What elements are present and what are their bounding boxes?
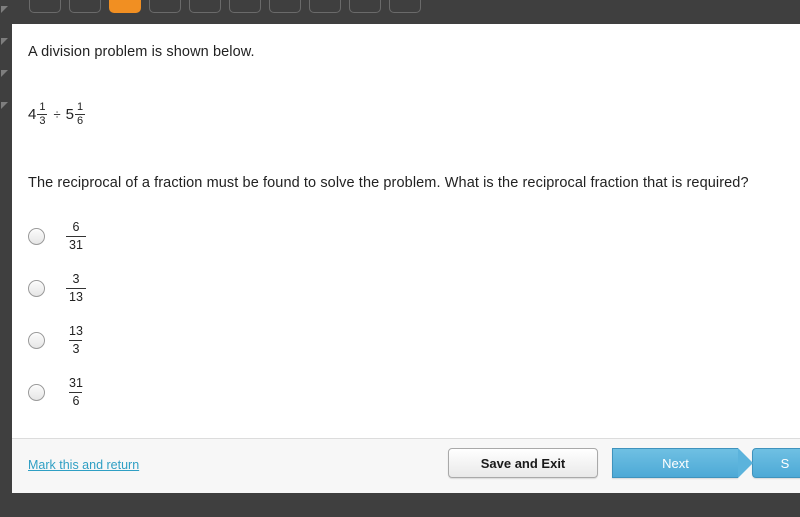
- question-prompt-text: The reciprocal of a fraction must be fou…: [28, 175, 749, 191]
- answer-denominator-4: 6: [69, 391, 83, 408]
- answer-choice-list: 6 31 3 13 13 3 31 6: [28, 210, 428, 418]
- question-body: A division problem is shown below. 4 1 3…: [12, 24, 800, 439]
- radio-button-2[interactable]: [28, 279, 45, 297]
- answer-fraction-2: 3 13: [66, 273, 86, 303]
- next-button[interactable]: Next: [612, 448, 753, 478]
- division-operator-icon: ÷: [53, 107, 61, 122]
- answer-denominator-1: 31: [66, 235, 86, 252]
- right-fraction: 1 6: [74, 101, 86, 127]
- radio-button-4[interactable]: [28, 383, 45, 401]
- mark-this-and-return-link[interactable]: Mark this and return: [28, 458, 139, 472]
- question-intro-text: A division problem is shown below.: [28, 44, 255, 60]
- answer-fraction-4: 31 6: [66, 377, 86, 407]
- answer-numerator-4: 31: [69, 376, 83, 390]
- question-tab-5[interactable]: [189, 0, 221, 13]
- question-tab-bar: [0, 0, 800, 24]
- answer-choice-4[interactable]: 31 6: [28, 366, 428, 418]
- answer-fraction-1: 6 31: [66, 221, 86, 251]
- answer-fraction-3: 13 3: [66, 325, 86, 355]
- answer-choice-1[interactable]: 6 31: [28, 210, 428, 262]
- left-fraction-denominator: 3: [37, 114, 48, 127]
- answer-numerator-2: 3: [72, 272, 80, 286]
- question-tab-2[interactable]: [69, 0, 101, 13]
- question-tab-1[interactable]: [29, 0, 61, 13]
- answer-numerator-3: 13: [69, 324, 83, 338]
- answer-choice-3[interactable]: 13 3: [28, 314, 428, 366]
- right-whole-number: 5: [65, 106, 74, 123]
- question-tab-strip: [29, 0, 421, 13]
- radio-button-3[interactable]: [28, 331, 45, 349]
- radio-button-1[interactable]: [28, 227, 45, 245]
- question-tab-3[interactable]: [109, 0, 141, 13]
- footer-button-row: Save and Exit Next S: [448, 448, 800, 478]
- submit-button[interactable]: S: [752, 448, 800, 478]
- answer-denominator-2: 13: [66, 287, 86, 304]
- left-fraction-numerator: 1: [39, 101, 46, 113]
- right-fraction-denominator: 6: [74, 114, 86, 127]
- right-fraction-numerator: 1: [76, 101, 84, 113]
- question-tab-8[interactable]: [309, 0, 341, 13]
- question-tab-4[interactable]: [149, 0, 181, 13]
- question-tab-6[interactable]: [229, 0, 261, 13]
- left-whole-number: 4: [28, 106, 37, 123]
- rail-corner-mark-3: [1, 70, 8, 77]
- assessment-window: A division problem is shown below. 4 1 3…: [0, 0, 800, 517]
- question-tab-10[interactable]: [389, 0, 421, 13]
- answer-choice-2[interactable]: 3 13: [28, 262, 428, 314]
- answer-numerator-1: 6: [72, 220, 80, 234]
- question-tab-7[interactable]: [269, 0, 301, 13]
- question-card: A division problem is shown below. 4 1 3…: [12, 24, 800, 493]
- math-expression: 4 1 3 ÷ 5 1 6: [28, 102, 86, 127]
- rail-corner-mark-4: [1, 102, 8, 109]
- question-tab-9[interactable]: [349, 0, 381, 13]
- rail-corner-mark-2: [1, 38, 8, 45]
- question-footer: Mark this and return Save and Exit Next …: [12, 438, 800, 493]
- answer-denominator-3: 3: [69, 339, 83, 356]
- rail-corner-mark-1: [1, 6, 8, 13]
- left-fraction: 1 3: [37, 101, 48, 127]
- save-and-exit-button[interactable]: Save and Exit: [448, 448, 598, 478]
- left-rail: [0, 0, 12, 517]
